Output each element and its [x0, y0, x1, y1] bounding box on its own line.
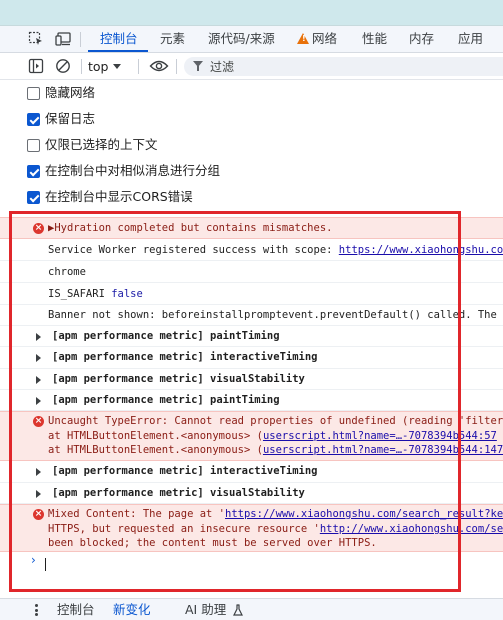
checkbox[interactable]: [27, 87, 40, 100]
checkbox[interactable]: [27, 139, 40, 152]
divider: [80, 32, 81, 47]
console-group[interactable]: [apm performance metric] paintTiming: [0, 390, 503, 411]
stack-frame-text: at HTMLButtonElement.<anonymous> (: [48, 444, 263, 456]
tab-network-label: 网络: [312, 31, 338, 46]
flask-icon: [233, 601, 244, 620]
tab-network[interactable]: ! 网络: [297, 26, 337, 52]
console-error-message[interactable]: × Mixed Content: The page at 'https://ww…: [0, 504, 503, 552]
message-text: been blocked; the content must be served…: [48, 537, 377, 549]
console-log-message: chrome: [0, 261, 503, 283]
filter-box: [184, 57, 503, 76]
message-text: Service Worker registered success with s…: [48, 244, 339, 256]
chevron-down-icon: [113, 64, 122, 69]
inspect-element-icon[interactable]: [28, 31, 46, 47]
console-toolbar: top: [0, 53, 503, 80]
error-icon: ×: [33, 223, 44, 234]
tab-sources[interactable]: 源代码/来源: [208, 26, 275, 52]
message-text: Banner not shown: beforeinstallprompteve…: [48, 309, 503, 321]
message-text: IS_SAFARI: [48, 288, 112, 300]
message-link[interactable]: https://www.xiaohongshu.com/: [339, 244, 503, 256]
drawer-tab-console[interactable]: 控制台: [57, 599, 95, 620]
message-link[interactable]: http://www.xiaohongshu.com/search: [320, 523, 503, 535]
error-icon: ×: [33, 509, 44, 520]
group-label: [apm performance metric] paintTiming: [52, 394, 280, 406]
warning-triangle-icon: !: [297, 33, 309, 44]
message-text: HTTPS, but requested an insecure resourc…: [48, 523, 320, 535]
device-toolbar-icon[interactable]: [55, 31, 73, 47]
console-settings-panel: 隐藏网络 保留日志 仅限已选择的上下文 在控制台中对相似消息进行分组 在控制台中…: [0, 80, 503, 210]
setting-label: 保留日志: [45, 111, 96, 126]
console-error-message[interactable]: × Uncaught TypeError: Cannot read proper…: [0, 411, 503, 461]
message-text: Mixed Content: The page at ': [48, 508, 226, 520]
tab-application[interactable]: 应用: [458, 26, 483, 52]
group-label: [apm performance metric] interactiveTimi…: [52, 351, 318, 363]
filter-input[interactable]: [210, 57, 490, 76]
eye-icon[interactable]: [149, 58, 169, 74]
error-icon: ×: [33, 416, 44, 427]
console-log-message: Banner not shown: beforeinstallprompteve…: [0, 305, 503, 326]
divider: [81, 59, 82, 74]
stack-frame-link[interactable]: userscript.html?name=…-7078394b544:57: [263, 430, 497, 442]
console-group[interactable]: [apm performance metric] interactiveTimi…: [0, 461, 503, 483]
console-log-message: Service Worker registered success with s…: [0, 239, 503, 261]
context-selector[interactable]: top: [88, 57, 122, 76]
tab-memory[interactable]: 内存: [409, 26, 434, 52]
tab-performance[interactable]: 性能: [362, 26, 387, 52]
bottom-drawer: 控制台 新变化 AI 助理: [0, 598, 503, 620]
setting-label: 在控制台中对相似消息进行分组: [45, 163, 221, 178]
checkbox[interactable]: [27, 165, 40, 178]
group-label: [apm performance metric] interactiveTimi…: [52, 465, 318, 477]
setting-label: 在控制台中显示CORS错误: [45, 189, 193, 204]
console-input-caret[interactable]: [45, 558, 46, 571]
expand-arrow-icon[interactable]: [36, 354, 41, 362]
console-group[interactable]: [apm performance metric] interactiveTimi…: [0, 347, 503, 369]
window-top-strip: [0, 0, 503, 26]
group-label: [apm performance metric] visualStability: [52, 373, 305, 385]
stack-frame-text: at HTMLButtonElement.<anonymous> (: [48, 430, 263, 442]
clear-console-icon[interactable]: [55, 58, 73, 74]
expand-arrow-icon[interactable]: [36, 397, 41, 405]
expand-arrow-icon[interactable]: [36, 490, 41, 498]
message-link[interactable]: https://www.xiaohongshu.com/search_resul…: [225, 508, 503, 520]
active-tab-indicator: [88, 50, 148, 52]
message-text: chrome: [48, 266, 86, 278]
setting-label: 隐藏网络: [45, 85, 96, 100]
more-options-icon[interactable]: [35, 604, 38, 616]
stack-frame-link[interactable]: userscript.html?name=…-7078394b544:147: [263, 444, 503, 456]
setting-label: 仅限已选择的上下文: [45, 137, 158, 152]
message-text: ▶Hydration completed but contains mismat…: [48, 222, 333, 234]
drawer-tab-ai-assistance[interactable]: AI 助理: [185, 599, 244, 620]
message-value: false: [111, 288, 143, 300]
checkbox[interactable]: [27, 113, 40, 126]
message-text: Uncaught TypeError: Cannot read properti…: [48, 415, 503, 427]
expand-arrow-icon[interactable]: [36, 333, 41, 341]
tab-console[interactable]: 控制台: [100, 26, 138, 52]
tab-elements[interactable]: 元素: [160, 26, 185, 52]
console-group[interactable]: [apm performance metric] paintTiming: [0, 326, 503, 347]
drawer-tab-label: AI 助理: [185, 602, 227, 617]
devtools-tab-bar: 控制台 元素 源代码/来源 ! 网络 性能 内存 应用: [0, 26, 503, 53]
console-group[interactable]: [apm performance metric] visualStability: [0, 369, 503, 390]
context-selector-value: top: [88, 59, 109, 74]
group-label: [apm performance metric] visualStability: [52, 487, 305, 499]
expand-arrow-icon[interactable]: [36, 468, 41, 476]
drawer-tab-whats-new[interactable]: 新变化: [113, 599, 151, 620]
console-group[interactable]: [apm performance metric] visualStability: [0, 483, 503, 504]
console-prompt-icon: ›: [31, 553, 36, 567]
divider: [138, 59, 139, 74]
group-label: [apm performance metric] paintTiming: [52, 330, 280, 342]
sidebar-toggle-icon[interactable]: [28, 58, 46, 74]
console-log-message: IS_SAFARI false: [0, 283, 503, 305]
divider: [176, 59, 177, 74]
console-error-message[interactable]: × ▶Hydration completed but contains mism…: [0, 217, 503, 239]
expand-arrow-icon[interactable]: [36, 376, 41, 384]
console-output[interactable]: × ▶Hydration completed but contains mism…: [0, 213, 503, 596]
checkbox[interactable]: [27, 191, 40, 204]
